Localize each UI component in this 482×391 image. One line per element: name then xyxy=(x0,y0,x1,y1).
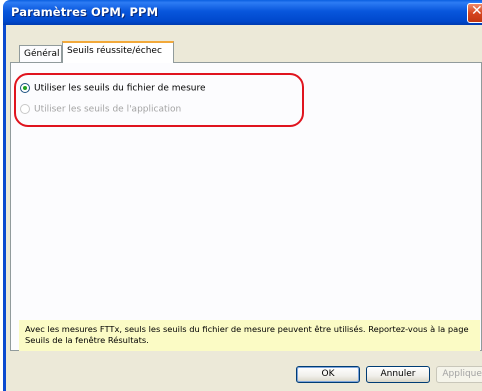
ok-button[interactable]: OK xyxy=(296,366,360,383)
cancel-button[interactable]: Annuler xyxy=(366,366,430,383)
tab-pass-fail-thresholds[interactable]: Seuils réussite/échec xyxy=(62,41,174,63)
highlight-annotation xyxy=(14,73,304,127)
title-bar[interactable]: Paramètres OPM, PPM ✕ xyxy=(3,0,482,25)
apply-button: Appliquer xyxy=(436,366,482,383)
close-button[interactable]: ✕ xyxy=(467,3,482,23)
close-icon: ✕ xyxy=(471,3,482,19)
settings-dialog: Paramètres OPM, PPM ✕ Général Seuils réu… xyxy=(0,0,482,391)
dialog-title: Paramètres OPM, PPM xyxy=(11,5,159,19)
info-message: Avec les mesures FTTx, seuls les seuils … xyxy=(19,320,480,351)
tab-general[interactable]: Général xyxy=(19,45,62,62)
